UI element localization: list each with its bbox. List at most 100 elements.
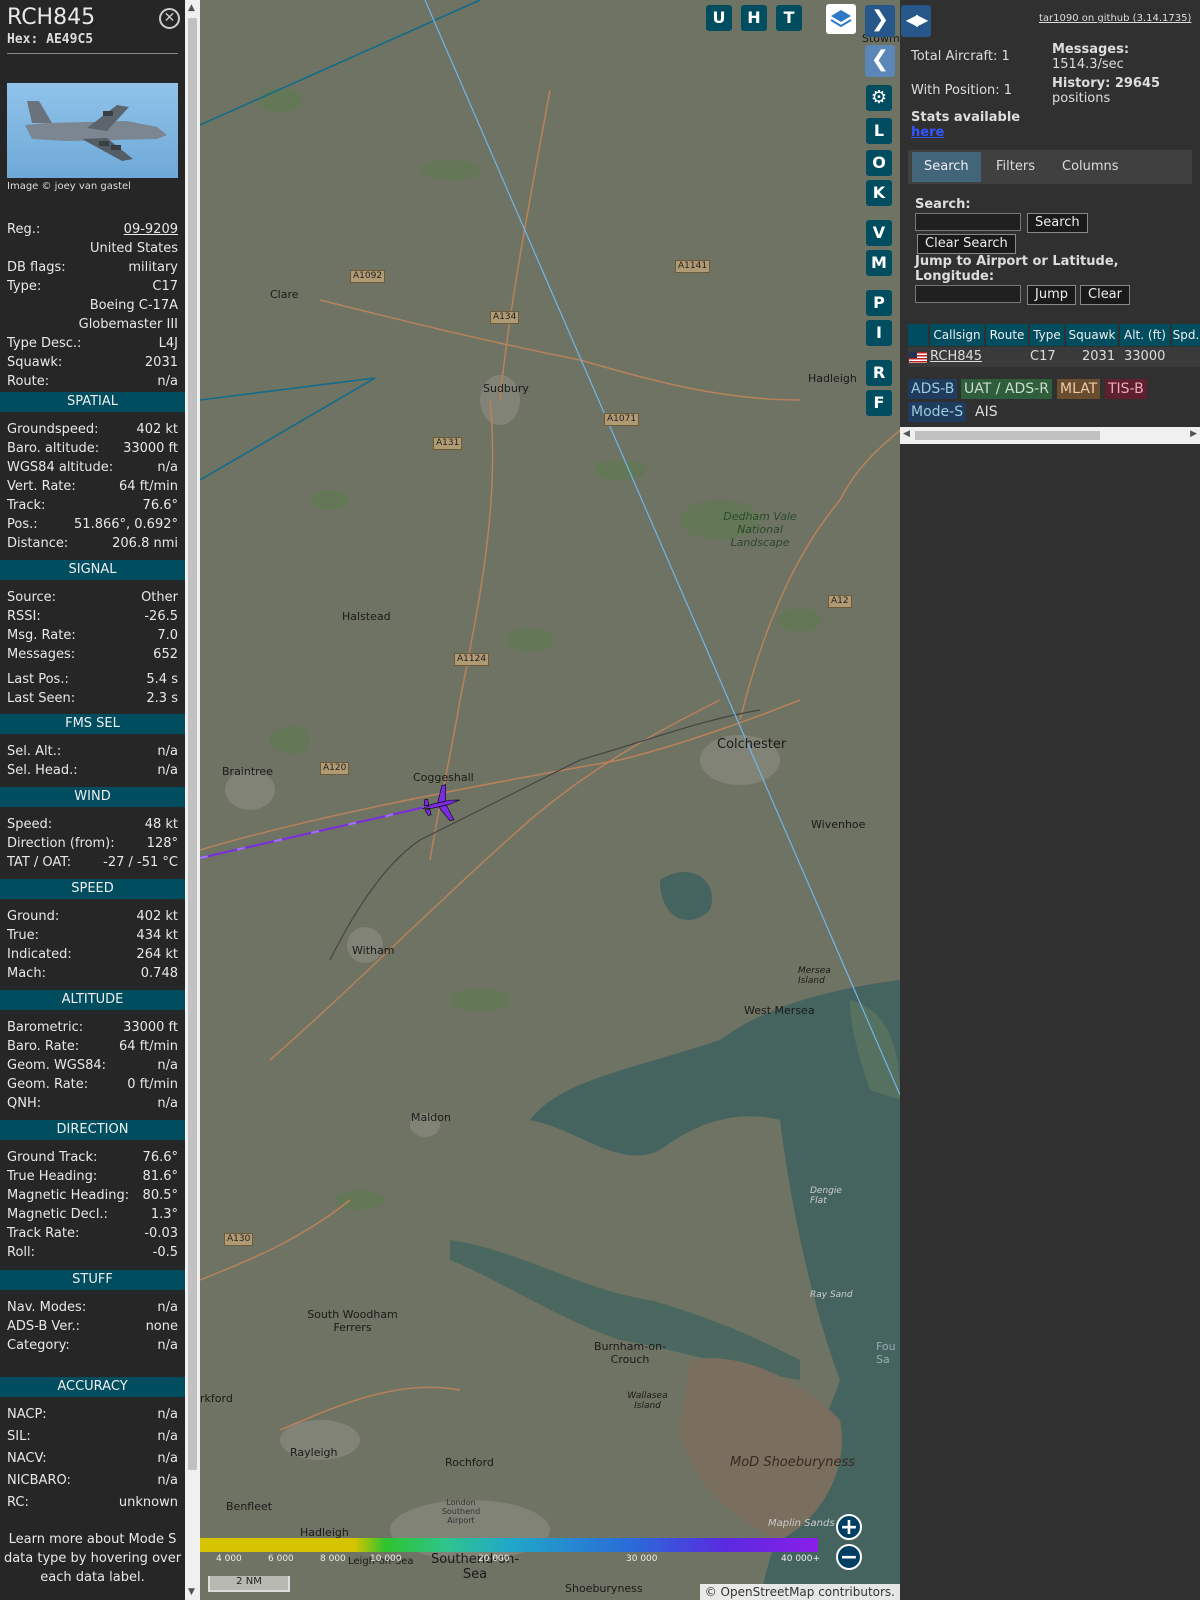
toggle-t-button[interactable]: T [776, 5, 802, 31]
info-label: WGS84 altitude: [7, 460, 114, 475]
toggle-i-button[interactable]: I [866, 320, 892, 346]
info-label: Reg.: [7, 222, 41, 237]
aircraft-info-panel: RCH845 Hex: AE49C5 ✕ Image © joey van ga… [0, 0, 185, 1600]
scrollbar-thumb[interactable] [188, 18, 197, 1470]
toggle-m-button[interactable]: M [866, 250, 892, 276]
map-attribution[interactable]: © OpenStreetMap contributors. [699, 1584, 900, 1600]
clear-search-button[interactable]: Clear Search [917, 234, 1016, 254]
source-mlat-badge[interactable]: MLAT [1057, 379, 1101, 399]
info-row: Messages: 652 [7, 647, 178, 666]
place-label: Rochford [445, 1456, 494, 1469]
zoom-out-icon[interactable]: − [836, 1544, 862, 1570]
map-view[interactable]: Clare Sudbury Hadleigh Halstead Braintre… [200, 0, 900, 1600]
stats-link[interactable]: here [911, 125, 944, 140]
info-row: TAT / OAT: -27 / -51 °C [7, 855, 178, 874]
info-value: 2031 [144, 355, 178, 370]
info-value: 0 ft/min [127, 1077, 178, 1092]
info-value: 434 kt [136, 928, 178, 943]
section-header-speed: SPEED [0, 879, 185, 899]
source-modes-badge[interactable]: Mode-S [908, 402, 967, 422]
photo-credit: Image © joey van gastel [7, 181, 131, 192]
info-label: True: [7, 928, 39, 943]
close-icon[interactable]: ✕ [159, 8, 180, 29]
source-tisb-badge[interactable]: TIS-B [1105, 379, 1147, 399]
info-label: Vert. Rate: [7, 479, 76, 494]
info-label: Distance: [7, 536, 69, 551]
column-callsign[interactable]: Callsign [930, 324, 984, 346]
tab-search[interactable]: Search [912, 152, 981, 182]
tab-filters[interactable]: Filters [984, 152, 1047, 182]
clear-button[interactable]: Clear [1080, 285, 1130, 305]
info-row: Distance: 206.8 nmi [7, 536, 178, 555]
info-label: RSSI: [7, 609, 41, 624]
horizontal-scrollbar[interactable]: ◀ ▶ [900, 427, 1200, 444]
aircraft-hex: Hex: AE49C5 [7, 32, 94, 47]
section-header-direction: DIRECTION [0, 1120, 185, 1140]
info-value: 51.866°, 0.692° [74, 517, 178, 532]
scrollbar-thumb[interactable] [915, 431, 1100, 440]
toggle-v-button[interactable]: V [866, 220, 892, 246]
settings-gear-icon[interactable]: ⚙ [866, 85, 892, 111]
resize-panel-icon[interactable]: ◀▶ [901, 5, 931, 37]
info-label: TAT / OAT: [7, 855, 72, 870]
info-value: 33000 ft [123, 441, 178, 456]
expand-right-icon[interactable]: ❯ [865, 5, 895, 37]
place-label: Wivenhoe [811, 818, 866, 831]
toggle-o-button[interactable]: O [866, 150, 892, 176]
info-label: RC: [7, 1495, 29, 1510]
github-link[interactable]: tar1090 on github (3.14.1735) [1039, 13, 1191, 24]
info-row: Groundspeed: 402 kt [7, 422, 178, 441]
column-type[interactable]: Type [1030, 324, 1064, 346]
tab-columns[interactable]: Columns [1050, 152, 1131, 182]
divider [7, 53, 178, 54]
place-label: Colchester [717, 737, 787, 752]
info-panel-scrollbar[interactable]: ▲ ▼ [185, 0, 200, 1600]
scroll-left-icon[interactable]: ◀ [903, 429, 910, 439]
footer-note: Learn more about Mode S data type by hov… [3, 1532, 182, 1585]
info-label: Geom. Rate: [7, 1077, 89, 1092]
info-row: Sel. Head.: n/a [7, 763, 178, 782]
toggle-r-button[interactable]: R [866, 360, 892, 386]
toggle-h-button[interactable]: H [741, 5, 767, 31]
toggle-u-button[interactable]: U [706, 5, 732, 31]
place-label: Southend-on-Sea [430, 1552, 520, 1582]
info-value: none [145, 1319, 178, 1334]
collapse-left-icon[interactable]: ❮ [865, 45, 895, 77]
row-callsign[interactable]: RCH845 [930, 348, 982, 366]
search-button[interactable]: Search [1027, 213, 1088, 233]
source-ais-badge[interactable]: AIS [972, 402, 1001, 422]
toggle-p-button[interactable]: P [866, 290, 892, 316]
scroll-right-icon[interactable]: ▶ [1190, 429, 1197, 439]
info-value: n/a [157, 1473, 178, 1488]
column-flag[interactable] [908, 324, 928, 346]
source-uat-badge[interactable]: UAT / ADS-R [961, 379, 1052, 399]
info-row: Category: n/a [7, 1338, 178, 1357]
column-speed[interactable]: Spd. [1172, 324, 1200, 346]
aircraft-marker[interactable] [420, 784, 464, 824]
source-adsb-badge[interactable]: ADS-B [908, 379, 958, 399]
info-label: NACV: [7, 1451, 47, 1466]
history-positions: positions [1052, 91, 1111, 106]
info-value: -0.5 [152, 1245, 178, 1260]
info-label: QNH: [7, 1096, 42, 1111]
place-label: West Mersea [744, 1004, 815, 1017]
layers-icon[interactable] [826, 4, 856, 34]
search-input[interactable] [915, 213, 1021, 231]
scroll-down-icon[interactable]: ▼ [188, 1587, 195, 1597]
jump-input[interactable] [915, 285, 1021, 303]
info-value: L4J [158, 336, 178, 351]
toggle-f-button[interactable]: F [866, 390, 892, 416]
zoom-in-icon[interactable]: + [836, 1514, 862, 1540]
place-label: Maldon [411, 1111, 451, 1124]
jump-button[interactable]: Jump [1027, 285, 1076, 305]
column-squawk[interactable]: Squawk [1066, 324, 1118, 346]
aircraft-callsign: RCH845 [7, 5, 96, 30]
toggle-l-button[interactable]: L [866, 118, 892, 144]
scroll-up-icon[interactable]: ▲ [188, 3, 195, 13]
info-label: Msg. Rate: [7, 628, 76, 643]
aircraft-photo[interactable] [7, 83, 178, 178]
column-altitude[interactable]: Alt. (ft) [1120, 324, 1170, 346]
column-route[interactable]: Route [986, 324, 1028, 346]
toggle-k-button[interactable]: K [866, 180, 892, 206]
place-label: MoD Shoeburyness [730, 1455, 856, 1470]
